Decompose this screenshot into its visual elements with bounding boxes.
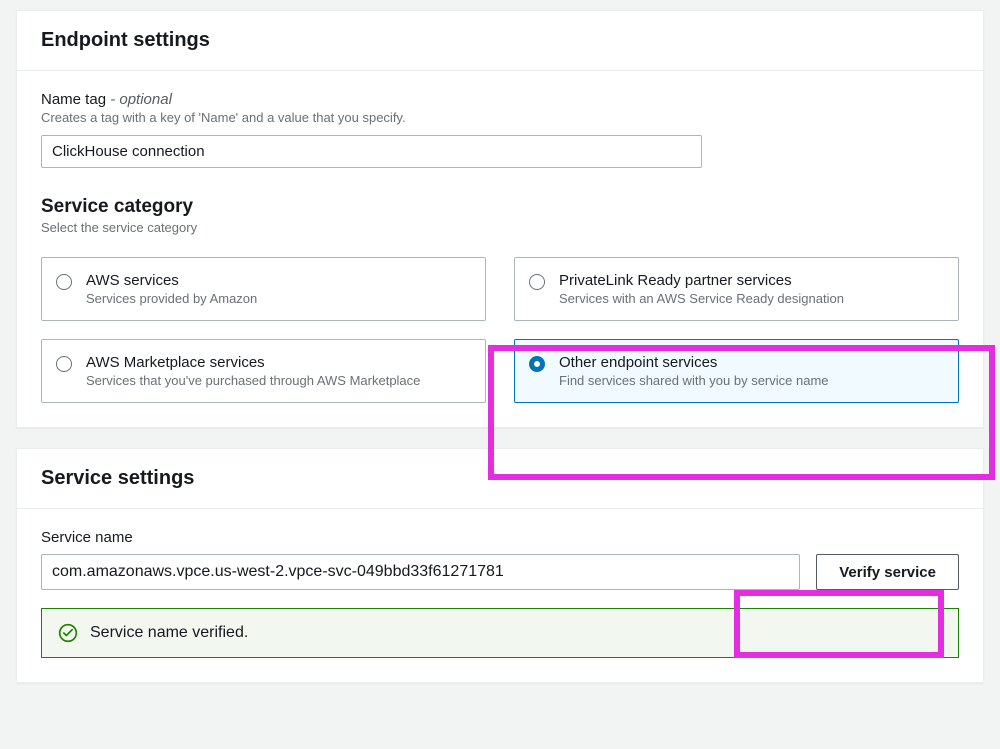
radio-title: PrivateLink Ready partner services (559, 272, 942, 289)
verify-service-button[interactable]: Verify service (816, 554, 959, 590)
status-banner: Service name verified. (41, 608, 959, 658)
panel-body: Name tag - optional Creates a tag with a… (17, 71, 983, 427)
radio-desc: Services provided by Amazon (86, 291, 469, 306)
radio-icon (56, 274, 72, 290)
name-tag-label: Name tag - optional (41, 91, 959, 108)
radio-title: Other endpoint services (559, 354, 942, 371)
panel-title: Service settings (41, 467, 959, 490)
panel-body: Service name Verify service Service name… (17, 509, 983, 682)
radio-desc: Services with an AWS Service Ready desig… (559, 291, 942, 306)
service-name-row: Verify service (41, 554, 959, 590)
radio-desc: Find services shared with you by service… (559, 373, 942, 388)
name-tag-help: Creates a tag with a key of 'Name' and a… (41, 110, 959, 125)
panel-title: Endpoint settings (41, 29, 959, 52)
panel-header: Endpoint settings (17, 11, 983, 71)
radio-aws-marketplace[interactable]: AWS Marketplace services Services that y… (41, 339, 486, 403)
service-category-options: AWS services Services provided by Amazon… (41, 257, 959, 403)
radio-icon (529, 356, 545, 372)
status-text: Service name verified. (90, 624, 248, 642)
service-category-title: Service category (41, 196, 959, 218)
service-name-label: Service name (41, 529, 959, 546)
service-settings-panel: Service settings Service name Verify ser… (16, 448, 984, 683)
radio-aws-services[interactable]: AWS services Services provided by Amazon (41, 257, 486, 321)
service-name-input[interactable] (41, 554, 800, 590)
radio-title: AWS Marketplace services (86, 354, 469, 371)
radio-other-endpoint[interactable]: Other endpoint services Find services sh… (514, 339, 959, 403)
check-circle-icon (58, 623, 78, 643)
endpoint-settings-panel: Endpoint settings Name tag - optional Cr… (16, 10, 984, 428)
radio-privatelink-partner[interactable]: PrivateLink Ready partner services Servi… (514, 257, 959, 321)
radio-icon (529, 274, 545, 290)
name-tag-input[interactable] (41, 135, 702, 168)
panel-header: Service settings (17, 449, 983, 509)
radio-desc: Services that you've purchased through A… (86, 373, 469, 388)
service-category-help: Select the service category (41, 220, 959, 235)
radio-icon (56, 356, 72, 372)
radio-title: AWS services (86, 272, 469, 289)
